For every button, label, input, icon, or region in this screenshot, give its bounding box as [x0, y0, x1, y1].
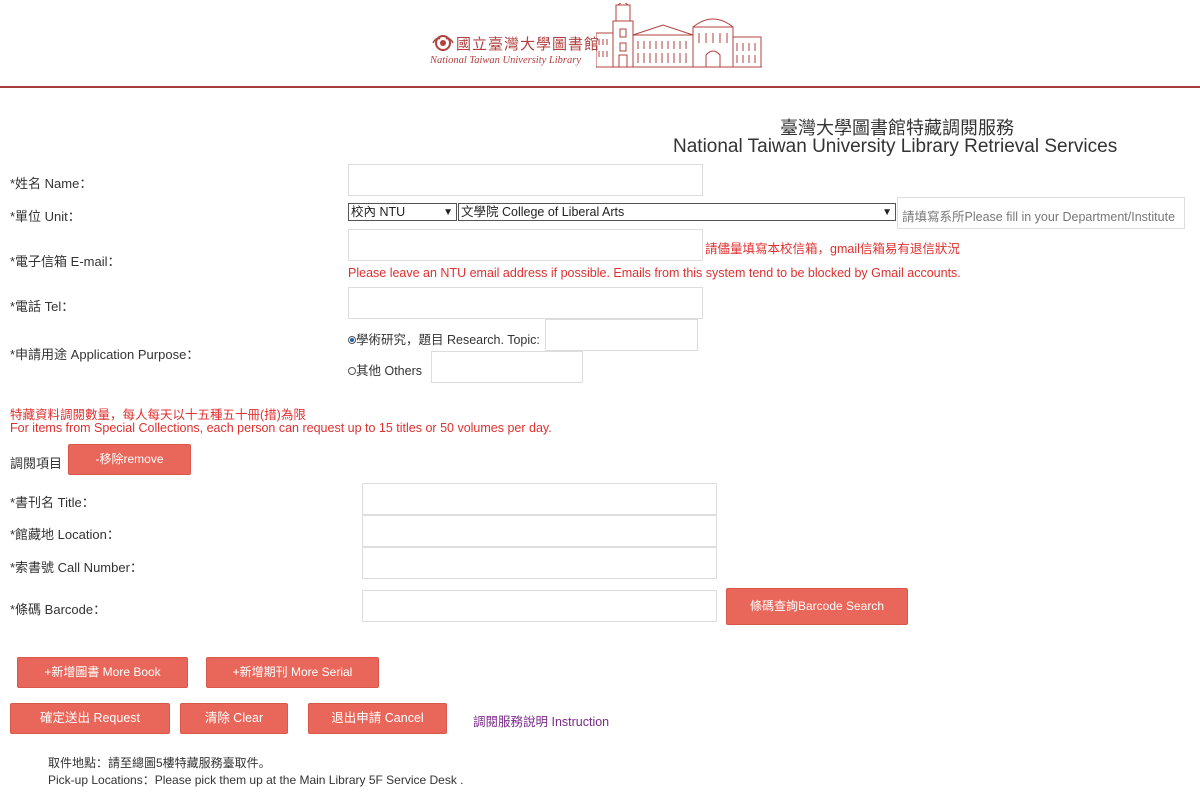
logo-text-en: National Taiwan University Library	[430, 55, 582, 66]
unit-type-value: 校內 NTU	[351, 205, 406, 219]
location-input[interactable]	[362, 515, 717, 547]
college-select[interactable]: 文學院 College of Liberal Arts ▼	[458, 203, 896, 221]
email-note-en: Please leave an NTU email address if pos…	[348, 266, 961, 280]
instruction-link[interactable]: 調閱服務說明 Instruction	[473, 711, 609, 730]
department-input[interactable]: 請填寫系所Please fill in your Department/Inst…	[897, 197, 1185, 229]
purpose-others-label: 其他 Others	[356, 364, 422, 378]
pickup-location-cn: 取件地點：請至總圖5樓特藏服務臺取件。	[48, 756, 271, 770]
chevron-down-icon: ▼	[882, 207, 892, 218]
clear-button[interactable]: 清除 Clear	[180, 703, 288, 734]
remove-button[interactable]: -移除remove	[68, 444, 191, 475]
purpose-research-option[interactable]: 學術研究，題目 Research. Topic:	[348, 329, 540, 348]
barcode-search-button[interactable]: 條碼查詢Barcode Search	[726, 588, 908, 625]
email-label: *電子信箱 E-mail：	[10, 254, 121, 269]
title-label: *書刊名 Title：	[10, 495, 95, 510]
college-value: 文學院 College of Liberal Arts	[461, 205, 625, 219]
limit-notice-en: For items from Special Collections, each…	[10, 421, 552, 435]
department-placeholder: 請填寫系所Please fill in your Department/Inst…	[902, 210, 1176, 224]
more-book-button[interactable]: +新增圖書 More Book	[17, 657, 188, 688]
chevron-down-icon: ▼	[443, 207, 453, 218]
name-input[interactable]	[348, 164, 703, 196]
call-number-label: *索書號 Call Number：	[10, 560, 143, 575]
library-logo[interactable]: 國立臺灣大學圖書館 National Taiwan University Lib…	[428, 3, 763, 69]
ntu-emblem-icon	[432, 35, 454, 51]
page-header: 國立臺灣大學圖書館 National Taiwan University Lib…	[0, 0, 1200, 88]
unit-label: *單位 Unit：	[10, 209, 81, 224]
radio-others[interactable]	[348, 367, 356, 375]
unit-type-select[interactable]: 校內 NTU ▼	[348, 203, 457, 221]
cancel-button[interactable]: 退出申請 Cancel	[308, 703, 447, 734]
radio-research[interactable]	[348, 336, 356, 344]
page-title-en: National Taiwan University Library Retri…	[673, 136, 1118, 157]
email-input[interactable]	[348, 229, 703, 261]
more-serial-button[interactable]: +新增期刊 More Serial	[206, 657, 379, 688]
barcode-input[interactable]	[362, 590, 717, 622]
call-number-input[interactable]	[362, 547, 717, 579]
pickup-location-en: Pick-up Locations：Please pick them up at…	[48, 773, 464, 787]
name-label: *姓名 Name：	[10, 176, 93, 191]
purpose-research-label: 學術研究，題目 Research. Topic:	[356, 333, 540, 347]
location-label: *館藏地 Location：	[10, 527, 120, 542]
items-label: 調閱項目	[10, 456, 63, 471]
library-building-icon	[596, 3, 762, 68]
tel-label: *電話 Tel：	[10, 299, 75, 314]
title-input[interactable]	[362, 483, 717, 515]
tel-input[interactable]	[348, 287, 703, 319]
purpose-label: *申請用途 Application Purpose：	[10, 347, 200, 362]
research-topic-input[interactable]	[545, 319, 698, 351]
request-button[interactable]: 確定送出 Request	[10, 703, 170, 734]
barcode-label: *條碼 Barcode：	[10, 602, 107, 617]
purpose-others-option[interactable]: 其他 Others	[348, 360, 422, 379]
email-note-cn: 請儘量填寫本校信箱，gmail信箱易有退信狀況	[705, 242, 960, 256]
others-input[interactable]	[431, 351, 583, 383]
logo-text-cn: 國立臺灣大學圖書館	[456, 35, 601, 53]
